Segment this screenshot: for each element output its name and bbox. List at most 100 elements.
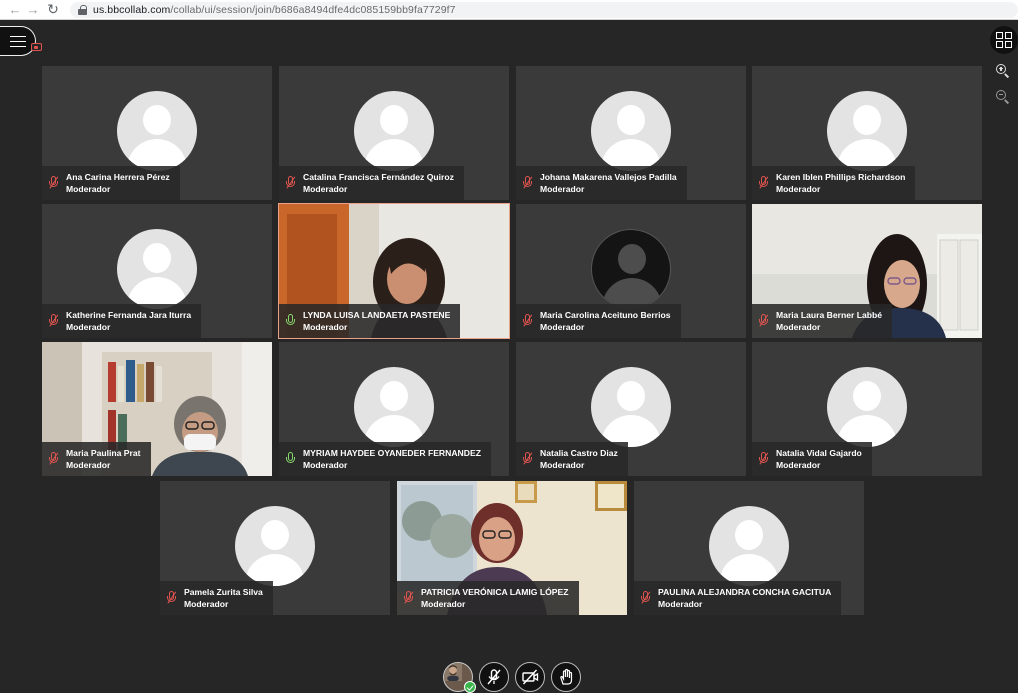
participant-name: Johana Makarena Vallejos Padilla	[540, 172, 677, 182]
session-controls	[443, 662, 587, 693]
participant-label: Maria Laura Berner Labbé Moderador	[752, 304, 893, 338]
microphone-button[interactable]	[479, 662, 509, 692]
participant-label: Pamela Zurita Silva Moderador	[160, 581, 273, 615]
participant-name: Catalina Francisca Fernández Quiroz	[303, 172, 454, 182]
participant-role: Moderador	[184, 599, 229, 609]
participant-tile[interactable]: Maria Carolina Aceituno Berrios Moderador	[516, 204, 746, 338]
participant-name-block: Ana Carina Herrera Pérez Moderador	[66, 171, 170, 195]
grid-view-button[interactable]	[990, 26, 1018, 54]
mic-muted-icon	[283, 175, 299, 191]
participant-tile[interactable]: Maria Paulina Prat Moderador	[42, 342, 272, 476]
camera-button[interactable]	[515, 662, 545, 692]
participant-role: Moderador	[303, 322, 348, 332]
participant-label: Natalia Vidal Gajardo Moderador	[752, 442, 872, 476]
participant-avatar-icon	[117, 229, 197, 309]
participant-label: LYNDA LUISA LANDAETA PASTENE Moderador	[279, 304, 461, 338]
zoom-in-button[interactable]	[990, 58, 1016, 84]
participant-name-block: Maria Paulina Prat Moderador	[66, 447, 141, 471]
participant-avatar-icon	[709, 506, 789, 586]
participant-name: Natalia Castro Diaz	[540, 448, 618, 458]
participant-role: Moderador	[421, 599, 466, 609]
participant-avatar-icon	[591, 229, 671, 309]
participant-tile[interactable]: Pamela Zurita Silva Moderador	[160, 481, 390, 615]
participant-name: Maria Paulina Prat	[66, 448, 141, 458]
participant-avatar-icon	[591, 91, 671, 171]
reload-icon[interactable]: ↻	[44, 1, 62, 19]
participant-name-block: Natalia Vidal Gajardo Moderador	[776, 447, 862, 471]
participant-label: Ana Carina Herrera Pérez Moderador	[42, 166, 180, 200]
participant-name-block: LYNDA LUISA LANDAETA PASTENE Moderador	[303, 309, 450, 333]
participant-tile[interactable]: Johana Makarena Vallejos Padilla Moderado…	[516, 66, 746, 200]
my-status-button[interactable]	[443, 662, 476, 693]
lock-icon	[78, 4, 87, 15]
participant-role: Moderador	[540, 184, 585, 194]
participant-avatar-icon	[591, 367, 671, 447]
session-menu-button[interactable]	[0, 26, 36, 56]
forward-arrow-icon[interactable]: →	[24, 1, 42, 19]
participant-tile[interactable]: Karen Iblen Phillips Richardson Moderador	[752, 66, 982, 200]
participant-avatar-icon	[827, 91, 907, 171]
participant-role: Moderador	[303, 184, 348, 194]
browser-toolbar: ← → ↻ us.bbcollab.com/collab/ui/session/…	[0, 0, 1018, 20]
mic-muted-icon	[164, 590, 180, 606]
mic-on-icon	[283, 451, 299, 467]
participant-name: Maria Carolina Aceituno Berrios	[540, 310, 671, 320]
participant-role: Moderador	[66, 184, 111, 194]
mic-on-icon	[283, 313, 299, 329]
participant-tile[interactable]: Catalina Francisca Fernández Quiroz Moder…	[279, 66, 509, 200]
recording-icon	[31, 43, 42, 51]
participant-tile[interactable]: PAULINA ALEJANDRA CONCHA GACITUA Moderado…	[634, 481, 864, 615]
mic-muted-icon	[46, 451, 62, 467]
mic-muted-icon	[756, 313, 772, 329]
mic-muted-icon	[46, 313, 62, 329]
mic-off-icon	[487, 669, 501, 685]
participant-avatar-icon	[117, 91, 197, 171]
participant-role: Moderador	[658, 599, 703, 609]
address-bar[interactable]: us.bbcollab.com/collab/ui/session/join/b…	[70, 1, 1018, 18]
participant-label: Johana Makarena Vallejos Padilla Moderado…	[516, 166, 687, 200]
participant-name: PATRICIA VERÓNICA LAMIG LÓPEZ	[421, 587, 569, 597]
grid-icon	[996, 32, 1012, 48]
zoom-out-button[interactable]	[990, 84, 1016, 110]
participant-tile[interactable]: LYNDA LUISA LANDAETA PASTENE Moderador	[278, 203, 510, 339]
participant-label: Karen Iblen Phillips Richardson Moderador	[752, 166, 916, 200]
participant-tile[interactable]: Maria Laura Berner Labbé Moderador	[752, 204, 982, 338]
participant-name: Pamela Zurita Silva	[184, 587, 263, 597]
participant-role: Moderador	[66, 460, 111, 470]
status-ok-icon	[464, 681, 476, 693]
raise-hand-icon	[560, 668, 573, 685]
collaborate-session: Ana Carina Herrera Pérez Moderador Catalin…	[0, 20, 1018, 693]
mic-muted-icon	[401, 590, 417, 606]
participant-name-block: Karen Iblen Phillips Richardson Moderador	[776, 171, 905, 195]
participant-tile[interactable]: Ana Carina Herrera Pérez Moderador	[42, 66, 272, 200]
back-arrow-icon[interactable]: ←	[6, 1, 24, 19]
participant-label: Maria Carolina Aceituno Berrios Moderador	[516, 304, 681, 338]
participant-avatar-icon	[354, 91, 434, 171]
participant-name: Ana Carina Herrera Pérez	[66, 172, 170, 182]
participant-avatar-icon	[235, 506, 315, 586]
mic-muted-icon	[520, 313, 536, 329]
participant-tile[interactable]: MYRIAM HAYDEE OYANEDER FERNANDEZ Moderado…	[279, 342, 509, 476]
participant-name: Karen Iblen Phillips Richardson	[776, 172, 906, 182]
raise-hand-button[interactable]	[551, 662, 581, 692]
participant-name-block: Johana Makarena Vallejos Padilla Moderado…	[540, 171, 677, 195]
participant-tile[interactable]: Natalia Vidal Gajardo Moderador	[752, 342, 982, 476]
participant-label: Katherine Fernanda Jara Iturra Moderador	[42, 304, 202, 338]
mic-muted-icon	[756, 451, 772, 467]
participant-tile[interactable]: Natalia Castro Diaz Moderador	[516, 342, 746, 476]
participant-name: MYRIAM HAYDEE OYANEDER FERNANDEZ	[303, 448, 481, 458]
participant-label: PATRICIA VERÓNICA LAMIG LÓPEZ Moderador	[397, 581, 579, 615]
participant-role: Moderador	[776, 322, 821, 332]
participant-role: Moderador	[540, 322, 585, 332]
participant-label: Catalina Francisca Fernández Quiroz Moder…	[279, 166, 464, 200]
participant-avatar-icon	[354, 367, 434, 447]
participant-role: Moderador	[776, 460, 821, 470]
zoom-in-icon	[996, 64, 1010, 78]
participant-label: Natalia Castro Diaz Moderador	[516, 442, 628, 476]
participant-avatar-icon	[827, 367, 907, 447]
url-text: us.bbcollab.com/collab/ui/session/join/b…	[93, 3, 456, 16]
participant-name-block: Katherine Fernanda Jara Iturra Moderador	[66, 309, 191, 333]
camera-off-icon	[522, 669, 539, 685]
participant-tile[interactable]: Katherine Fernanda Jara Iturra Moderador	[42, 204, 272, 338]
participant-tile[interactable]: PATRICIA VERÓNICA LAMIG LÓPEZ Moderador	[397, 481, 627, 615]
